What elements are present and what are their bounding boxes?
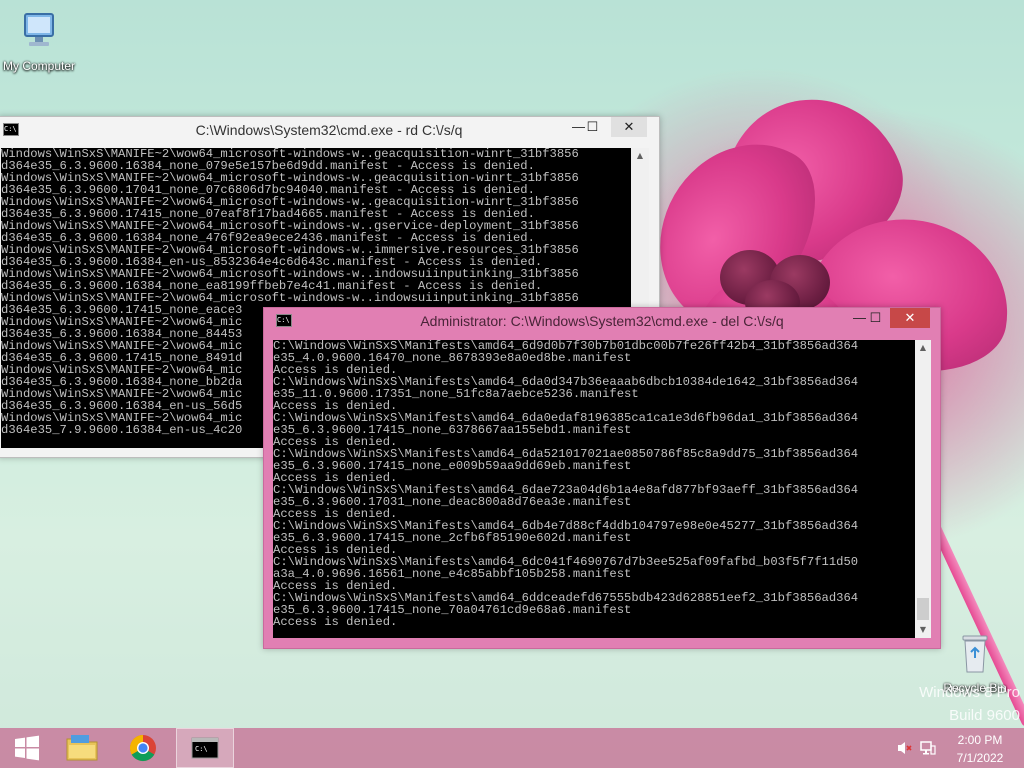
start-button[interactable]: [0, 728, 54, 768]
maximize-button[interactable]: ☐: [862, 308, 889, 328]
title-bar[interactable]: C:\ Administrator: C:\Windows\System32\c…: [264, 308, 940, 334]
window-title: Administrator: C:\Windows\System32\cmd.e…: [420, 313, 784, 329]
scroll-up-arrow-icon[interactable]: ▲: [631, 148, 649, 164]
taskbar-cmd[interactable]: C:\: [176, 728, 234, 768]
desktop-icon-my-computer[interactable]: My Computer: [0, 10, 84, 73]
title-bar[interactable]: C:\ C:\Windows\System32\cmd.exe - rd C:\…: [0, 117, 659, 143]
chrome-icon: [129, 734, 156, 762]
scroll-up-arrow-icon[interactable]: ▲: [915, 340, 931, 356]
my-computer-icon: [24, 13, 54, 46]
watermark-build: Build 9600: [949, 707, 1020, 724]
os-watermark: Windows 8 Pro Build 9600: [880, 684, 1020, 724]
cmd-window-del[interactable]: C:\ Administrator: C:\Windows\System32\c…: [263, 307, 941, 649]
close-button[interactable]: ✕: [611, 117, 647, 137]
desktop-icon-label: My Computer: [2, 59, 76, 73]
scrollbar[interactable]: ▲ ▼: [915, 340, 931, 638]
console-output[interactable]: C:\Windows\WinSxS\Manifests\amd64_6d9d0b…: [273, 340, 915, 638]
svg-text:C:\: C:\: [195, 745, 208, 753]
windows-start-icon: [15, 735, 39, 761]
clock-time: 2:00 PM: [957, 733, 1003, 747]
watermark-edition: Windows 8 Pro: [919, 684, 1020, 701]
recycle-bin-icon: [962, 635, 988, 673]
close-button[interactable]: ✕: [890, 308, 930, 328]
maximize-button[interactable]: ☐: [579, 117, 606, 137]
scroll-down-arrow-icon[interactable]: ▼: [915, 622, 931, 638]
taskbar: C:\ 2:00 PM 7/1/2022: [0, 728, 1024, 768]
window-title: C:\Windows\System32\cmd.exe - rd C:\/s/q: [195, 122, 463, 138]
console-line: Access is denied.: [273, 615, 398, 629]
clock[interactable]: 2:00 PM 7/1/2022: [948, 733, 1012, 765]
scroll-thumb[interactable]: [917, 598, 929, 620]
taskbar-file-explorer[interactable]: [55, 728, 109, 768]
cmd-icon: C:\: [191, 737, 219, 759]
volume-muted-icon[interactable]: [896, 741, 912, 758]
clock-date: 7/1/2022: [956, 751, 1004, 765]
taskbar-chrome[interactable]: [116, 728, 170, 768]
network-icon[interactable]: [920, 740, 936, 759]
file-explorer-icon: [66, 735, 98, 761]
